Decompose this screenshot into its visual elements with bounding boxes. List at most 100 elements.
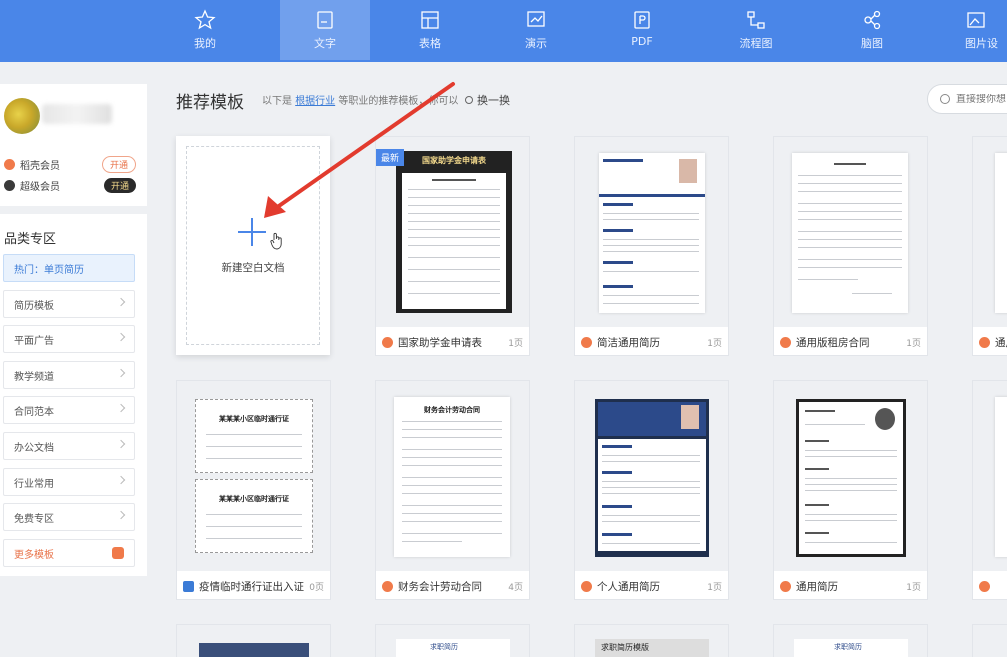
template-thumbnail: [575, 381, 728, 571]
page-count: 0页: [309, 582, 324, 593]
template-card[interactable]: 通用: [972, 136, 1007, 356]
template-name: 国家助学金申请表: [398, 336, 482, 349]
nav-label: 演示: [525, 37, 547, 50]
template-thumbnail: [177, 625, 330, 657]
template-name: 个人通用简历: [597, 580, 660, 593]
template-name: 通用简历: [796, 580, 838, 593]
template-thumbnail: 求职简历模版: [575, 625, 728, 657]
template-card[interactable]: 求职简历: [773, 624, 928, 657]
template-thumbnail: [973, 625, 1007, 657]
template-name: 通用: [995, 336, 1007, 349]
template-card[interactable]: 财务会计劳动合同 财务会计劳动合同 4页: [375, 380, 530, 600]
nav-item-text[interactable]: 文字: [280, 0, 370, 60]
avatar[interactable]: [4, 98, 40, 134]
template-thumbnail: [774, 137, 927, 327]
template-card[interactable]: 求职简历模版: [574, 624, 729, 657]
docer-icon: [581, 580, 592, 592]
nav-item-flowchart[interactable]: 流程图: [711, 0, 801, 60]
page-subtitle: 以下是 根据行业 等职业的推荐模板，你可以: [262, 96, 459, 107]
member-row-super: 超级会员 开通: [4, 176, 136, 194]
template-thumbnail: [973, 137, 1007, 327]
template-thumbnail: 财务会计劳动合同: [376, 381, 529, 571]
chevron-right-icon: [116, 403, 126, 413]
presentation-icon: [527, 11, 545, 27]
template-card[interactable]: 通用版租房合同 1页: [773, 136, 928, 356]
template-thumbnail: 某某某小区临时通行证 某某某小区临时通行证: [177, 381, 330, 571]
template-card[interactable]: 个人通用简历 1页: [574, 380, 729, 600]
template-thumbnail: [774, 381, 927, 571]
page-count: 4页: [508, 582, 523, 593]
template-card[interactable]: 通用简历 1页: [773, 380, 928, 600]
category-more[interactable]: 更多模板: [3, 539, 135, 567]
nav-item-image-design[interactable]: 图片设: [945, 0, 1007, 60]
chevron-right-icon: [116, 297, 126, 307]
open-docer-button[interactable]: 开通: [101, 155, 136, 173]
new-badge: 最新: [376, 149, 405, 166]
nav-label: 我的: [194, 37, 216, 50]
template-card[interactable]: 某某某小区临时通行证 某某某小区临时通行证 疫情临时通行证出入证 0页: [176, 380, 331, 600]
category-hot[interactable]: 热门：单页简历: [3, 254, 135, 282]
page-title: 推荐模板: [176, 93, 244, 113]
nav-item-mine[interactable]: 我的: [160, 0, 250, 60]
image-design-icon: [967, 12, 985, 28]
photo-placeholder: [681, 405, 699, 429]
template-card[interactable]: 求职简历: [375, 624, 530, 657]
nav-item-table[interactable]: 表格: [385, 0, 475, 60]
refresh-button[interactable]: 换一换: [465, 92, 510, 108]
nav-label: 图片设: [965, 37, 998, 50]
pdf-icon: [634, 11, 650, 29]
category-item[interactable]: 行业常用: [3, 468, 135, 496]
nav-item-presentation[interactable]: 演示: [491, 0, 581, 60]
nav-label: PDF: [631, 35, 653, 48]
chevron-right-icon: [116, 475, 126, 485]
username-blurred: [42, 104, 112, 124]
template-thumbnail: [575, 137, 728, 327]
nav-item-mindmap[interactable]: 脑图: [827, 0, 917, 60]
template-card[interactable]: 简洁通用简历 1页: [574, 136, 729, 356]
template-card[interactable]: [972, 624, 1007, 657]
template-name: 通用版租房合同: [796, 336, 870, 349]
page-count: 1页: [707, 582, 722, 593]
category-item[interactable]: 教学频道: [3, 361, 135, 389]
chevron-right-icon: [116, 510, 126, 520]
docer-icon: [780, 580, 791, 592]
template-name: 财务会计劳动合同: [398, 580, 482, 593]
page-count: 1页: [906, 582, 921, 593]
template-thumbnail: [973, 381, 1007, 571]
photo-placeholder: [679, 159, 697, 183]
free-icon: [183, 580, 194, 592]
category-item[interactable]: 平面广告: [3, 325, 135, 353]
docer-icon: [979, 580, 990, 592]
template-card[interactable]: [972, 380, 1007, 600]
new-blank-doc-card[interactable]: 新建空白文档: [176, 136, 330, 355]
template-card[interactable]: [176, 624, 331, 657]
document-icon: [317, 11, 333, 29]
template-name: 疫情临时通行证出入证: [199, 580, 304, 593]
industry-link[interactable]: 根据行业: [295, 96, 335, 107]
page-count: 1页: [508, 338, 523, 349]
category-item[interactable]: 合同范本: [3, 396, 135, 424]
docer-icon: [382, 580, 393, 592]
nav-label: 表格: [419, 37, 441, 50]
nav-item-pdf[interactable]: PDF: [597, 0, 687, 60]
template-thumbnail: 求职简历: [774, 625, 927, 657]
flowchart-icon: [747, 11, 765, 29]
hand-cursor-icon: [270, 232, 282, 250]
refresh-icon: [465, 96, 473, 104]
category-title: 品类专区: [4, 232, 57, 247]
page-count: 1页: [707, 338, 722, 349]
category-item[interactable]: 免费专区: [3, 503, 135, 531]
docer-icon: [780, 336, 791, 348]
template-card[interactable]: 最新 国家助学金申请表 国家助学金申请表 1页: [375, 136, 530, 356]
nav-label: 流程图: [739, 37, 773, 50]
category-item[interactable]: 简历模板: [3, 290, 135, 318]
open-super-button[interactable]: 开通: [103, 177, 136, 193]
docer-icon: [581, 336, 592, 348]
search-input[interactable]: [956, 93, 1007, 105]
search-icon: [940, 94, 950, 104]
member-row-docer: 稻壳会员 开通: [4, 155, 136, 173]
chevron-right-icon: [116, 332, 126, 342]
category-item[interactable]: 办公文档: [3, 432, 135, 460]
nav-label: 文字: [314, 37, 336, 50]
search-box[interactable]: [927, 84, 1007, 114]
